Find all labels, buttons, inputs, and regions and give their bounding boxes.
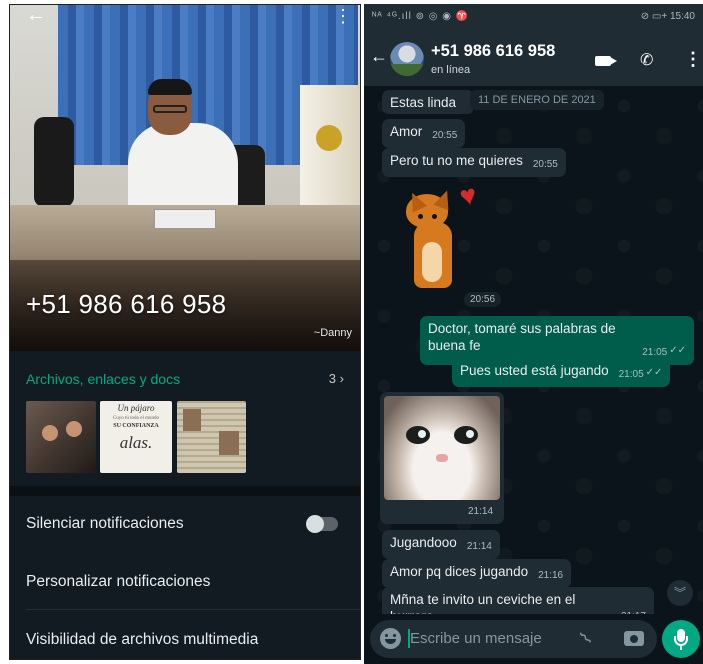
more-options-icon[interactable]: ⋮ bbox=[334, 7, 352, 25]
media-thumbnail-photo[interactable] bbox=[26, 401, 96, 473]
media-visibility-row[interactable]: Visibilidad de archivos multimedia bbox=[10, 612, 360, 659]
emoji-icon[interactable] bbox=[380, 628, 401, 649]
crying-cat-image[interactable] bbox=[384, 396, 500, 500]
status-icons-left: ᴺᴬ ⁴ᴳ.ıll ⊚ ◎ ◉ ♈ bbox=[372, 11, 470, 22]
voice-message-button[interactable] bbox=[662, 620, 700, 658]
media-section-header: Archivos, enlaces y docs bbox=[26, 371, 181, 387]
contact-phone-number: +51 986 616 958 bbox=[26, 289, 227, 319]
chat-contact-name[interactable]: +51 986 616 958 bbox=[431, 42, 555, 61]
avatar[interactable] bbox=[390, 42, 424, 76]
nameplate bbox=[154, 209, 216, 229]
back-arrow-icon[interactable]: ← bbox=[26, 5, 46, 25]
message-time: 20:55 bbox=[432, 130, 458, 141]
scroll-down-button[interactable]: ︾ bbox=[667, 580, 693, 606]
media-count[interactable]: 3 › bbox=[329, 371, 344, 386]
status-bar: ᴺᴬ ⁴ᴳ.ıll ⊚ ◎ ◉ ♈ ⊘ ▭+ 15:40 bbox=[364, 4, 703, 30]
message-time: 21:16 bbox=[538, 570, 564, 581]
message-bubble-incoming[interactable]: Amor pq dices jugando 21:16 bbox=[382, 559, 572, 588]
more-options-icon[interactable]: ⋮ bbox=[684, 49, 702, 70]
message-time: 20:55 bbox=[532, 159, 558, 170]
section-divider bbox=[10, 486, 360, 496]
contact-info-panel: ← ⋮ +51 986 616 958 ~Danny Archivos, enl… bbox=[9, 4, 361, 660]
double-check-icon: ✓✓ bbox=[669, 345, 686, 356]
message-text: Jugandooo bbox=[390, 535, 457, 550]
date-divider: 11 DE ENERO DE 2021 bbox=[470, 90, 604, 110]
message-bubble-incoming[interactable]: Jugandooo 21:14 bbox=[382, 530, 500, 559]
message-input[interactable]: Escribe un mensaje ⌇ bbox=[370, 620, 657, 658]
back-arrow-icon[interactable]: ← bbox=[370, 46, 388, 67]
media-thumbnail-newspaper[interactable] bbox=[177, 401, 246, 473]
media-thumbnail-quote[interactable]: Un pájaro Cuyo tú todo el mundo SU CONFI… bbox=[100, 401, 172, 473]
fox-sticker[interactable] bbox=[400, 186, 470, 296]
message-bubble-incoming[interactable]: Amor 20:55 bbox=[382, 119, 466, 148]
attachment-clip-icon[interactable]: ⌇ bbox=[576, 628, 597, 649]
message-time: 21:14 bbox=[468, 506, 494, 517]
mute-toggle[interactable] bbox=[306, 515, 338, 533]
message-bubble-outgoing[interactable]: Pues usted está jugando 21:05 ✓✓ bbox=[452, 358, 671, 387]
screenshot-frame: ← ⋮ +51 986 616 958 ~Danny Archivos, enl… bbox=[0, 0, 703, 664]
media-visibility-label: Visibilidad de archivos multimedia bbox=[26, 631, 259, 648]
mute-notifications-row[interactable]: Silenciar notificaciones bbox=[10, 496, 360, 552]
video-call-icon[interactable] bbox=[595, 56, 617, 66]
message-input-placeholder: Escribe un mensaje bbox=[410, 630, 542, 647]
message-time: 20:56 bbox=[464, 292, 502, 307]
image-message[interactable]: 21:14 bbox=[380, 392, 504, 524]
message-text: Pues usted está jugando bbox=[460, 363, 609, 378]
message-text: Pero tu no me quieres bbox=[390, 153, 523, 168]
chevron-right-icon: › bbox=[339, 371, 344, 386]
double-check-icon: ✓✓ bbox=[645, 367, 663, 378]
custom-notifications-label: Personalizar notificaciones bbox=[26, 573, 211, 590]
message-input-bar: Escribe un mensaje ⌇ bbox=[364, 614, 703, 664]
status-icons-right: ⊘ ▭+ 15:40 bbox=[640, 11, 695, 22]
message-bubble-incoming[interactable]: Estas linda bbox=[382, 90, 474, 114]
flag-emblem bbox=[316, 125, 342, 151]
message-bubble-incoming[interactable]: Pero tu no me quieres 20:55 bbox=[382, 148, 566, 177]
message-time: 21:05 bbox=[642, 347, 668, 358]
message-time: 21:05 bbox=[618, 369, 644, 380]
message-time: 21:14 bbox=[466, 541, 492, 552]
contact-profile-photo[interactable]: ← ⋮ +51 986 616 958 ~Danny bbox=[10, 5, 360, 351]
chevron-double-down-icon: ︾ bbox=[673, 586, 686, 600]
mute-notifications-label: Silenciar notificaciones bbox=[26, 515, 184, 532]
chat-presence-status: en línea bbox=[431, 64, 471, 76]
message-list[interactable]: Estas linda 11 DE ENERO DE 2021 Amor 20:5… bbox=[364, 86, 703, 627]
message-text: Estas linda bbox=[390, 95, 457, 110]
custom-notifications-row[interactable]: Personalizar notificaciones bbox=[10, 554, 360, 610]
message-text: Amor pq dices jugando bbox=[390, 564, 529, 579]
phone-call-icon[interactable]: ✆ bbox=[640, 50, 653, 70]
flag bbox=[300, 85, 360, 225]
message-text: Amor bbox=[390, 124, 423, 139]
media-links-docs-section[interactable]: Archivos, enlaces y docs 3 › Un pájaro C… bbox=[10, 351, 360, 486]
contact-alias: ~Danny bbox=[313, 327, 352, 339]
chat-panel: ᴺᴬ ⁴ᴳ.ıll ⊚ ◎ ◉ ♈ ⊘ ▭+ 15:40 ← +51 986 6… bbox=[364, 4, 703, 664]
chat-header: ← +51 986 616 958 en línea ✆ ⋮ bbox=[364, 30, 703, 86]
camera-icon[interactable] bbox=[624, 631, 644, 646]
